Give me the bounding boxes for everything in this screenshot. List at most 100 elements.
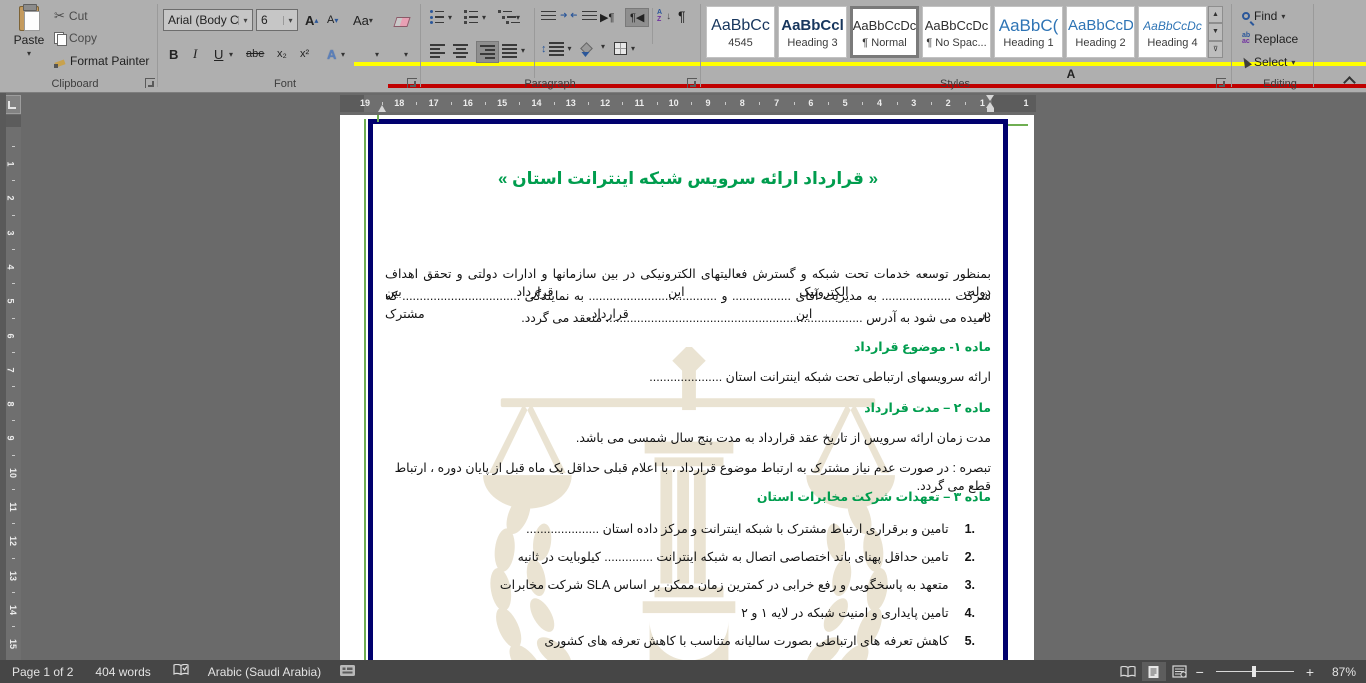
vertical-ruler[interactable]: 12345678910111213141516 bbox=[6, 115, 21, 660]
article-2-heading[interactable]: ماده ۲ – مدت قرارداد bbox=[385, 399, 991, 417]
ruler-number: 1 bbox=[1023, 98, 1028, 108]
increase-indent-button[interactable]: ➜ bbox=[570, 10, 597, 21]
change-case-button[interactable]: Aa▾ bbox=[350, 9, 376, 31]
paragraph-dialog-launcher[interactable] bbox=[687, 78, 697, 88]
zoom-slider-handle[interactable] bbox=[1252, 666, 1256, 677]
style-card-heading-4[interactable]: AaBbCcDcHeading 4 bbox=[1138, 6, 1207, 58]
web-layout-button[interactable] bbox=[1168, 662, 1192, 681]
align-right-button[interactable] bbox=[476, 41, 499, 63]
font-name-dropdown-arrow[interactable]: ▾ bbox=[238, 16, 252, 25]
ruler-number: 11 bbox=[635, 98, 645, 108]
right-indent-marker[interactable] bbox=[986, 95, 995, 112]
zoom-in-button[interactable]: + bbox=[1302, 664, 1318, 680]
styles-scroll-up-button[interactable]: ▲ bbox=[1208, 6, 1223, 23]
font-dialog-launcher[interactable] bbox=[407, 78, 417, 88]
underline-button[interactable]: U bbox=[211, 43, 226, 65]
select-button[interactable]: Select▾ bbox=[1242, 55, 1295, 69]
ruler-number: 13 bbox=[566, 98, 576, 108]
status-bar: Page 1 of 2 404 words Arabic (Saudi Arab… bbox=[0, 660, 1366, 683]
sort-button[interactable]: AZ↓ bbox=[657, 9, 671, 23]
left-to-right-direction-button[interactable]: ▶¶ bbox=[600, 11, 614, 24]
article-1-heading[interactable]: ماده ۱- موضوع قرارداد bbox=[385, 338, 991, 356]
align-center-button[interactable] bbox=[453, 44, 468, 58]
right-to-left-direction-button[interactable]: ¶◀ bbox=[625, 8, 649, 27]
styles-dialog-launcher[interactable] bbox=[1216, 78, 1226, 88]
paragraph-line[interactable]: ارائه سرویسهای ارتباطی تحت شبکه اینترانت… bbox=[385, 368, 991, 386]
replace-button[interactable]: abac Replace bbox=[1242, 32, 1298, 46]
highlight-dropdown-arrow[interactable]: ▾ bbox=[372, 43, 382, 65]
page-indicator[interactable]: Page 1 of 2 bbox=[12, 665, 73, 679]
zoom-slider-track[interactable] bbox=[1216, 671, 1294, 672]
ruler-tick bbox=[588, 102, 589, 105]
borders-button[interactable]: ▾ bbox=[614, 42, 635, 55]
paste-dropdown-arrow[interactable]: ▾ bbox=[27, 49, 31, 58]
style-card-heading-2[interactable]: AaBbCcDHeading 2 bbox=[1066, 6, 1135, 58]
format-painter-button[interactable]: Format Painter bbox=[54, 54, 149, 68]
shading-button[interactable]: ▾ bbox=[582, 42, 605, 51]
decrease-indent-button[interactable]: ➜ bbox=[541, 10, 568, 21]
ruler-number: 12 bbox=[8, 536, 18, 546]
copy-button[interactable]: Copy bbox=[54, 31, 97, 45]
paragraph-line[interactable]: نامیده می شود به آدرس ..................… bbox=[385, 309, 991, 327]
read-mode-button[interactable] bbox=[1116, 662, 1140, 681]
styles-gallery-expand-button[interactable]: ⊽ bbox=[1208, 41, 1223, 58]
left-scroll-edge bbox=[0, 93, 6, 660]
clear-formatting-button[interactable] bbox=[392, 11, 412, 33]
list-item[interactable]: 2.تامین حداقل پهنای باند اختصاصی اتصال ب… bbox=[518, 549, 975, 564]
align-center-icon bbox=[453, 44, 468, 58]
numbering-button[interactable]: ▾ bbox=[464, 10, 486, 24]
bold-button[interactable]: B bbox=[166, 43, 181, 65]
style-card-4545[interactable]: AaBbCc4545 bbox=[706, 6, 775, 58]
strikethrough-button[interactable]: abe bbox=[243, 43, 267, 65]
language-indicator[interactable]: Arabic (Saudi Arabia) bbox=[208, 665, 321, 679]
underline-dropdown-arrow[interactable]: ▾ bbox=[226, 43, 236, 65]
horizontal-ruler[interactable]: 191817161514131211109876543211 bbox=[340, 95, 1036, 112]
align-left-button[interactable] bbox=[430, 44, 445, 58]
list-item[interactable]: 1.تامین و برقراری ارتباط مشترک با شبکه ا… bbox=[526, 521, 975, 536]
line-spacing-button[interactable]: ↕▾ bbox=[541, 42, 572, 56]
proofing-status-icon[interactable] bbox=[173, 664, 190, 680]
subscript-button[interactable]: x₂ bbox=[274, 43, 290, 65]
article-3-heading[interactable]: ماده ۳ – تعهدات شرکت مخابرات استان bbox=[385, 488, 991, 506]
font-size-combo[interactable]: 6 ▾ bbox=[256, 9, 298, 31]
italic-button[interactable]: I bbox=[190, 43, 200, 65]
list-item[interactable]: 5.کاهش تعرفه های ارتباطی بصورت سالیانه م… bbox=[544, 633, 975, 648]
document-content[interactable]: « قرارداد ارائه سرویس شبکه اینترانت استا… bbox=[385, 115, 991, 660]
paragraph-group-label: Paragraph bbox=[470, 78, 630, 90]
document-page[interactable]: « قرارداد ارائه سرویس شبکه اینترانت استا… bbox=[340, 115, 1034, 660]
text-effects-dropdown-arrow[interactable]: ▾ bbox=[338, 43, 348, 65]
ruler-number: 18 bbox=[394, 98, 404, 108]
zoom-out-button[interactable]: − bbox=[1192, 664, 1208, 680]
keyboard-input-icon[interactable] bbox=[339, 664, 356, 680]
shrink-font-button[interactable]: A bbox=[324, 9, 341, 31]
word-count[interactable]: 404 words bbox=[95, 665, 150, 679]
style-card-heading-1[interactable]: AaBbC(Heading 1 bbox=[994, 6, 1063, 58]
superscript-button[interactable]: x² bbox=[297, 43, 312, 65]
bullets-button[interactable]: ▾ bbox=[430, 10, 452, 24]
list-item[interactable]: 4.تامین پایداری و امنیت شبکه در لایه ۱ و… bbox=[741, 605, 975, 620]
zoom-percentage[interactable]: 87% bbox=[1324, 665, 1356, 679]
style-card--normal[interactable]: AaBbCcDc¶ Normal bbox=[850, 6, 919, 58]
paragraph-line[interactable]: مدت زمان ارائه سرویس از تاریخ عقد قراردا… bbox=[385, 429, 991, 447]
multilevel-list-button[interactable]: ▾ bbox=[498, 10, 520, 24]
styles-scroll-down-button[interactable]: ▼ bbox=[1208, 23, 1223, 40]
collapse-ribbon-button[interactable] bbox=[1345, 75, 1354, 84]
font-name-combo[interactable]: Arial (Body CS ▾ bbox=[163, 9, 253, 31]
left-indent-marker[interactable] bbox=[378, 105, 386, 112]
print-layout-button[interactable] bbox=[1142, 662, 1166, 681]
font-size-dropdown-arrow[interactable]: ▾ bbox=[283, 16, 297, 25]
clipboard-dialog-launcher[interactable] bbox=[145, 78, 155, 88]
paste-button[interactable]: Paste ▾ bbox=[8, 4, 50, 80]
style-card-heading-3[interactable]: AaBbCclHeading 3 bbox=[778, 6, 847, 58]
list-item[interactable]: 3.متعهد به پاسخگویی و رفع خرابی در کمتری… bbox=[500, 577, 975, 592]
justify-button[interactable]: ▾ bbox=[502, 44, 525, 58]
show-hide-pilcrow-button[interactable]: ¶ bbox=[678, 8, 686, 24]
font-color-dropdown-arrow[interactable]: ▾ bbox=[401, 43, 411, 65]
ruler-number: 3 bbox=[6, 230, 16, 235]
grow-font-button[interactable]: A bbox=[302, 9, 321, 31]
contract-title[interactable]: « قرارداد ارائه سرویس شبکه اینترانت استا… bbox=[385, 170, 991, 188]
multilevel-list-icon bbox=[498, 10, 512, 24]
style-card--no-spac-[interactable]: AaBbCcDc¶ No Spac... bbox=[922, 6, 991, 58]
find-button[interactable]: Find▾ bbox=[1242, 9, 1285, 23]
cut-button[interactable]: ✂ Cut bbox=[54, 8, 88, 24]
